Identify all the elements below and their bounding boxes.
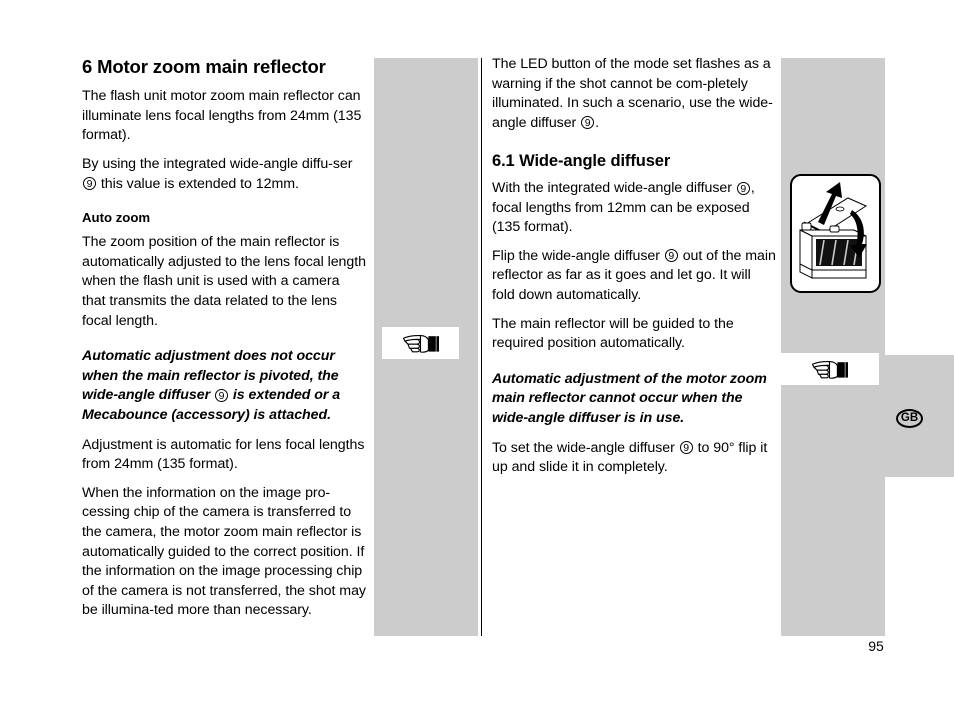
paragraph-flip-diffuser: Flip the wide-angle diffuser 9 out of th…: [492, 247, 776, 306]
paragraph-led-warning: The LED button of the mode set flashes a…: [492, 55, 776, 133]
subsection-title-auto-zoom: Auto zoom: [82, 210, 151, 226]
part-reference-9-icon: 9: [214, 388, 228, 402]
page-number: 95: [868, 638, 884, 654]
paragraph-text-after: .: [595, 114, 600, 131]
part-reference-9-icon: 9: [581, 116, 595, 130]
paragraph-text-after: this value is extended to 12mm.: [100, 175, 299, 192]
paragraph-text-before: Flip the wide-angle diffuser: [492, 247, 660, 264]
chapter-title: 6 Motor zoom main reflector: [82, 56, 326, 77]
paragraph-set-diffuser-90: To set the wide-angle diffuser 9 to 90° …: [492, 439, 776, 478]
pointing-hand-icon: [811, 361, 848, 379]
paragraph-image-processing-chip: When the information on the image pro-ce…: [82, 484, 366, 619]
pointing-hand-icon: [402, 335, 439, 353]
note-automatic-adjustment: Automatic adjustment does not occur when…: [82, 347, 366, 425]
note-marker-box-right: [781, 353, 879, 385]
paragraph-adjustment-range: Adjustment is automatic for lens focal l…: [82, 436, 365, 473]
paragraph-text-before: The LED button of the mode set flashes a…: [492, 56, 773, 131]
paragraph-reflector-guided: The main reflector will be guided to the…: [492, 315, 734, 352]
note-marker-box-left: [382, 327, 459, 359]
paragraph-diffuser-focal-lengths: With the integrated wide-angle diffuser …: [492, 179, 776, 238]
paragraph-auto-zoom-description: The zoom position of the main reflector …: [82, 234, 366, 329]
paragraph-intro: The flash unit motor zoom main reflector…: [82, 88, 362, 144]
right-text-column: The LED button of the mode set flashes a…: [492, 55, 776, 487]
part-reference-9-icon: 9: [679, 441, 693, 455]
section-title-wide-angle-diffuser: 6.1 Wide-angle diffuser: [492, 152, 671, 171]
flash-head-diffuser-illustration: [799, 182, 868, 279]
paragraph-wide-angle-extension: By using the integrated wide-angle diffu…: [82, 155, 366, 194]
column-divider-rule: [481, 58, 482, 636]
margin-band-right: [781, 58, 885, 636]
part-reference-9-icon: 9: [664, 249, 678, 263]
part-reference-9-icon: 9: [736, 181, 750, 195]
note-motor-zoom-cannot-occur: Automatic adjustment of the motor zoom m…: [492, 370, 767, 426]
language-marker-gb: GB: [896, 409, 923, 428]
paragraph-text-before: With the integrated wide-angle diffuser: [492, 180, 732, 196]
paragraph-text-before: By using the integrated wide-angle diffu…: [82, 155, 353, 172]
part-reference-9-icon: 9: [83, 177, 96, 190]
paragraph-text-before: To set the wide-angle diffuser: [492, 439, 675, 456]
left-text-column: 6 Motor zoom main reflector The flash un…: [82, 55, 366, 630]
illustration-frame: [790, 174, 881, 293]
